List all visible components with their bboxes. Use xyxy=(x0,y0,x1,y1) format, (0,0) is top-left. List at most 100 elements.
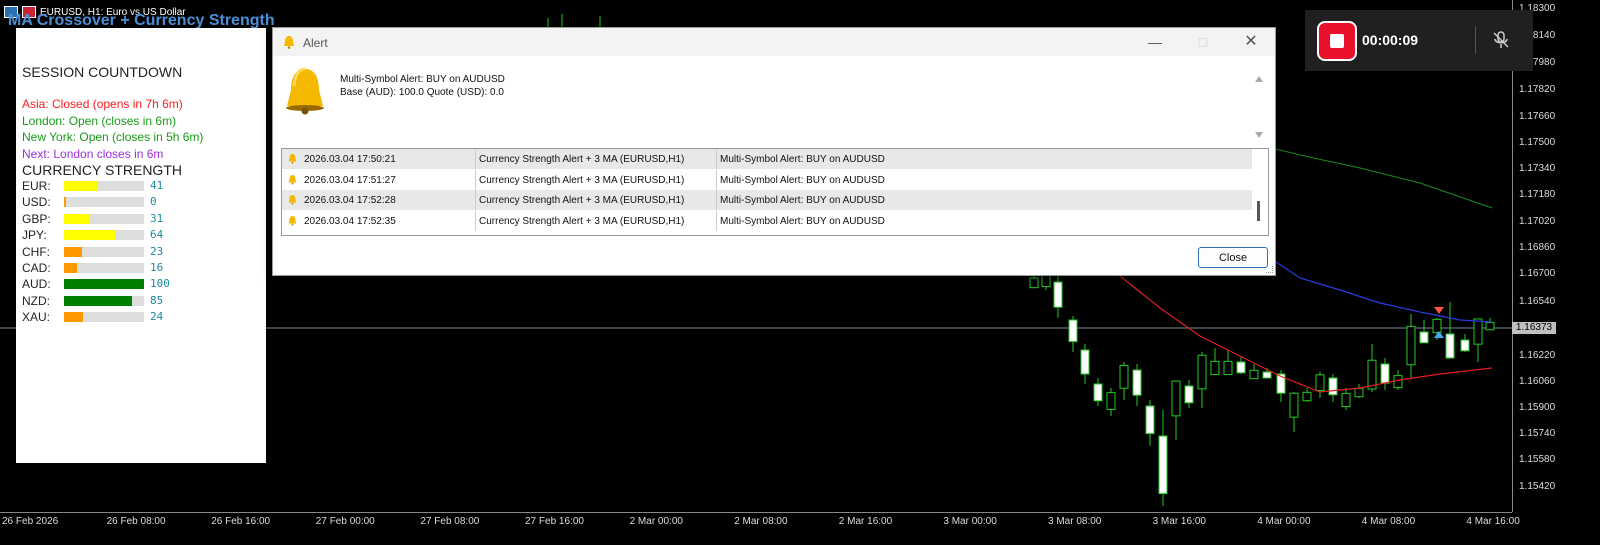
strength-bar-fill xyxy=(64,246,83,257)
list-scrollbar[interactable] xyxy=(1257,201,1260,221)
alert-row[interactable]: 2026.03.04 17:51:27 Currency Strength Ale… xyxy=(282,169,1252,190)
bell-icon xyxy=(288,174,297,185)
recording-timer: 00:00:09 xyxy=(1362,32,1419,48)
ma-green-line xyxy=(1239,139,1493,209)
candle-body xyxy=(1068,319,1078,343)
strength-value: 23 xyxy=(150,244,164,258)
column-separator xyxy=(716,149,717,169)
alert-source: Currency Strength Alert + 3 MA (EURUSD,H… xyxy=(479,195,685,206)
candle-body xyxy=(1053,281,1063,308)
stop-recording-button[interactable] xyxy=(1317,21,1357,61)
sell-arrow-icon xyxy=(1434,307,1444,314)
candle-body xyxy=(1197,354,1207,390)
time-axis[interactable]: 26 Feb 2026 26 Feb 08:00 26 Feb 16:00 27 Fe… xyxy=(0,512,1520,533)
screen-recorder-bar: 00:00:09 xyxy=(1305,10,1533,71)
bell-icon xyxy=(288,215,297,226)
currency-label: EUR: xyxy=(22,179,51,193)
bell-icon xyxy=(284,36,294,49)
price-tick: 1.17820 xyxy=(1519,84,1556,95)
price-tick: 1.15580 xyxy=(1519,454,1556,465)
close-window-button[interactable]: ✕ xyxy=(1239,32,1263,52)
candle-body xyxy=(1119,364,1129,389)
bell-icon xyxy=(288,154,297,164)
strength-bar xyxy=(64,295,144,306)
alert-time: 2026.03.04 17:52:35 xyxy=(304,215,396,227)
price-tick: 1.15420 xyxy=(1519,481,1556,492)
price-tick: 1.17020 xyxy=(1519,216,1556,227)
currency-strength-title: CURRENCY STRENGTH xyxy=(22,162,182,178)
dialog-titlebar[interactable]: Alert — □ ✕ xyxy=(273,28,1275,56)
price-axis[interactable]: 1.18300 1.18140 1.17980 1.17820 1.17660 1.175… xyxy=(1512,0,1600,512)
minimize-button[interactable]: — xyxy=(1143,32,1167,52)
price-tick: 1.17180 xyxy=(1519,189,1556,200)
price-tick: 1.15900 xyxy=(1519,402,1556,413)
candle-body xyxy=(1106,392,1116,410)
strength-bar-fill xyxy=(64,197,66,208)
candle-body xyxy=(1249,369,1259,380)
time-tick: 2 Mar 16:00 xyxy=(838,516,893,527)
column-separator xyxy=(475,149,476,169)
strength-bar xyxy=(64,263,144,273)
strength-value: 100 xyxy=(150,277,170,291)
candle-body xyxy=(1460,339,1470,352)
column-separator xyxy=(475,190,476,210)
column-separator xyxy=(716,210,717,231)
candle-body xyxy=(1132,369,1142,396)
candle-body xyxy=(1080,349,1090,375)
alert-message: Multi-Symbol Alert: BUY on AUDUSD xyxy=(720,195,885,206)
strength-value: 31 xyxy=(150,211,164,225)
alert-message: Multi-Symbol Alert: BUY on AUDUSD xyxy=(720,174,885,186)
candle-body xyxy=(1354,387,1364,398)
column-separator xyxy=(475,169,476,190)
candle-body xyxy=(1432,318,1442,334)
ma-red-line xyxy=(1119,275,1493,393)
candle-body xyxy=(1380,363,1390,384)
candle-body xyxy=(1171,380,1181,417)
currency-label: XAU: xyxy=(22,310,51,325)
time-tick: 4 Mar 00:00 xyxy=(1257,516,1311,527)
time-tick: 27 Feb 16:00 xyxy=(525,516,584,527)
alert-message-line1: Multi-Symbol Alert: BUY on AUDUSD xyxy=(340,74,505,85)
next-session-status: Next: London closes in 6m xyxy=(22,147,164,161)
time-tick: 26 Feb 16:00 xyxy=(211,516,271,527)
stop-recording-icon xyxy=(1330,34,1344,48)
candle-body xyxy=(1093,383,1103,402)
alert-row[interactable]: 2026.03.04 17:52:28 Currency Strength Ale… xyxy=(282,190,1252,210)
bell-icon xyxy=(288,195,297,205)
column-separator xyxy=(716,190,717,210)
current-price-label: 1.16373 xyxy=(1512,322,1556,334)
ma-blue-line xyxy=(1269,257,1493,323)
maximize-button[interactable]: □ xyxy=(1191,32,1215,52)
time-tick: 26 Feb 08:00 xyxy=(106,516,166,527)
strength-bar xyxy=(64,246,144,257)
price-tick: 1.16060 xyxy=(1519,376,1556,387)
candle-body xyxy=(1262,371,1272,379)
scroll-up-icon[interactable] xyxy=(1255,76,1263,82)
mic-muted-icon[interactable] xyxy=(1491,30,1511,50)
price-tick: 1.16540 xyxy=(1519,296,1556,307)
newyork-session-status: New York: Open (closes in 5h 6m) xyxy=(22,130,204,144)
currency-label: USD: xyxy=(22,195,51,210)
session-strength-panel: SESSION COUNTDOWN Asia: Closed (opens in… xyxy=(16,28,266,463)
resize-grip[interactable] xyxy=(1266,266,1273,273)
scroll-down-icon[interactable] xyxy=(1255,132,1263,138)
currency-label: CAD: xyxy=(22,261,51,275)
candle-body xyxy=(1419,331,1429,344)
alert-row[interactable]: 2026.03.04 17:52:35 Currency Strength Ale… xyxy=(282,210,1252,231)
candle-body xyxy=(1029,277,1039,289)
strength-bar-fill xyxy=(64,213,89,224)
close-button[interactable]: Close xyxy=(1198,247,1268,268)
message-scrollbar[interactable] xyxy=(1253,74,1265,140)
strength-bar-fill xyxy=(64,279,144,290)
candle-body xyxy=(1158,435,1168,495)
alert-row[interactable]: 2026.03.04 17:50:21 Currency Strength Ale… xyxy=(282,149,1252,169)
candle-body xyxy=(1184,385,1194,404)
london-session-status: London: Open (closes in 6m) xyxy=(22,114,177,128)
strength-bar-fill xyxy=(64,312,84,323)
time-tick: 4 Mar 08:00 xyxy=(1361,516,1416,527)
alert-bell-icon xyxy=(286,67,324,115)
candle-body xyxy=(1473,318,1483,345)
candle-body xyxy=(1302,391,1312,402)
strength-bar xyxy=(64,279,144,290)
strength-value: 85 xyxy=(150,293,164,307)
